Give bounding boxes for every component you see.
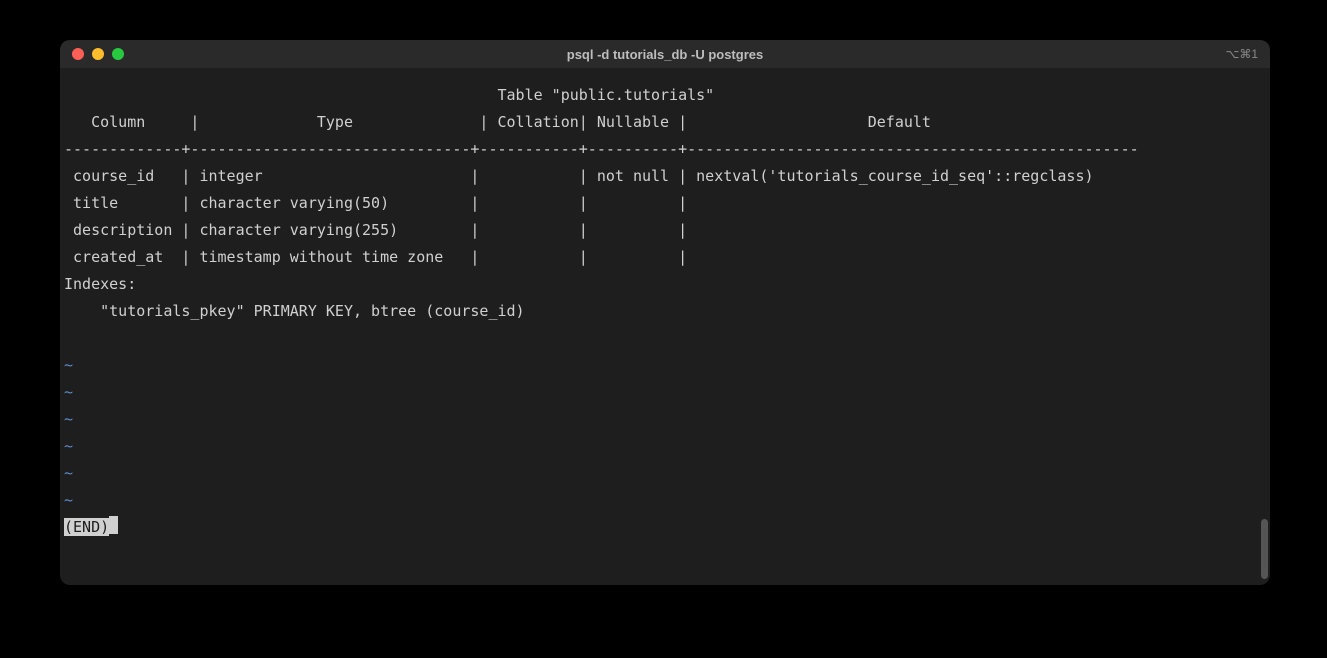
traffic-lights: [72, 48, 124, 60]
zoom-button[interactable]: [112, 48, 124, 60]
close-button[interactable]: [72, 48, 84, 60]
window-title: psql -d tutorials_db -U postgres: [60, 47, 1270, 62]
minimize-button[interactable]: [92, 48, 104, 60]
window-shortcut-hint: ⌥⌘1: [1225, 47, 1258, 61]
scrollbar-thumb[interactable]: [1261, 519, 1268, 579]
titlebar: psql -d tutorials_db -U postgres ⌥⌘1: [60, 40, 1270, 68]
terminal-window: psql -d tutorials_db -U postgres ⌥⌘1 Tab…: [60, 40, 1270, 585]
terminal-output[interactable]: Table "public.tutorials" Column | Type |…: [60, 68, 1270, 585]
